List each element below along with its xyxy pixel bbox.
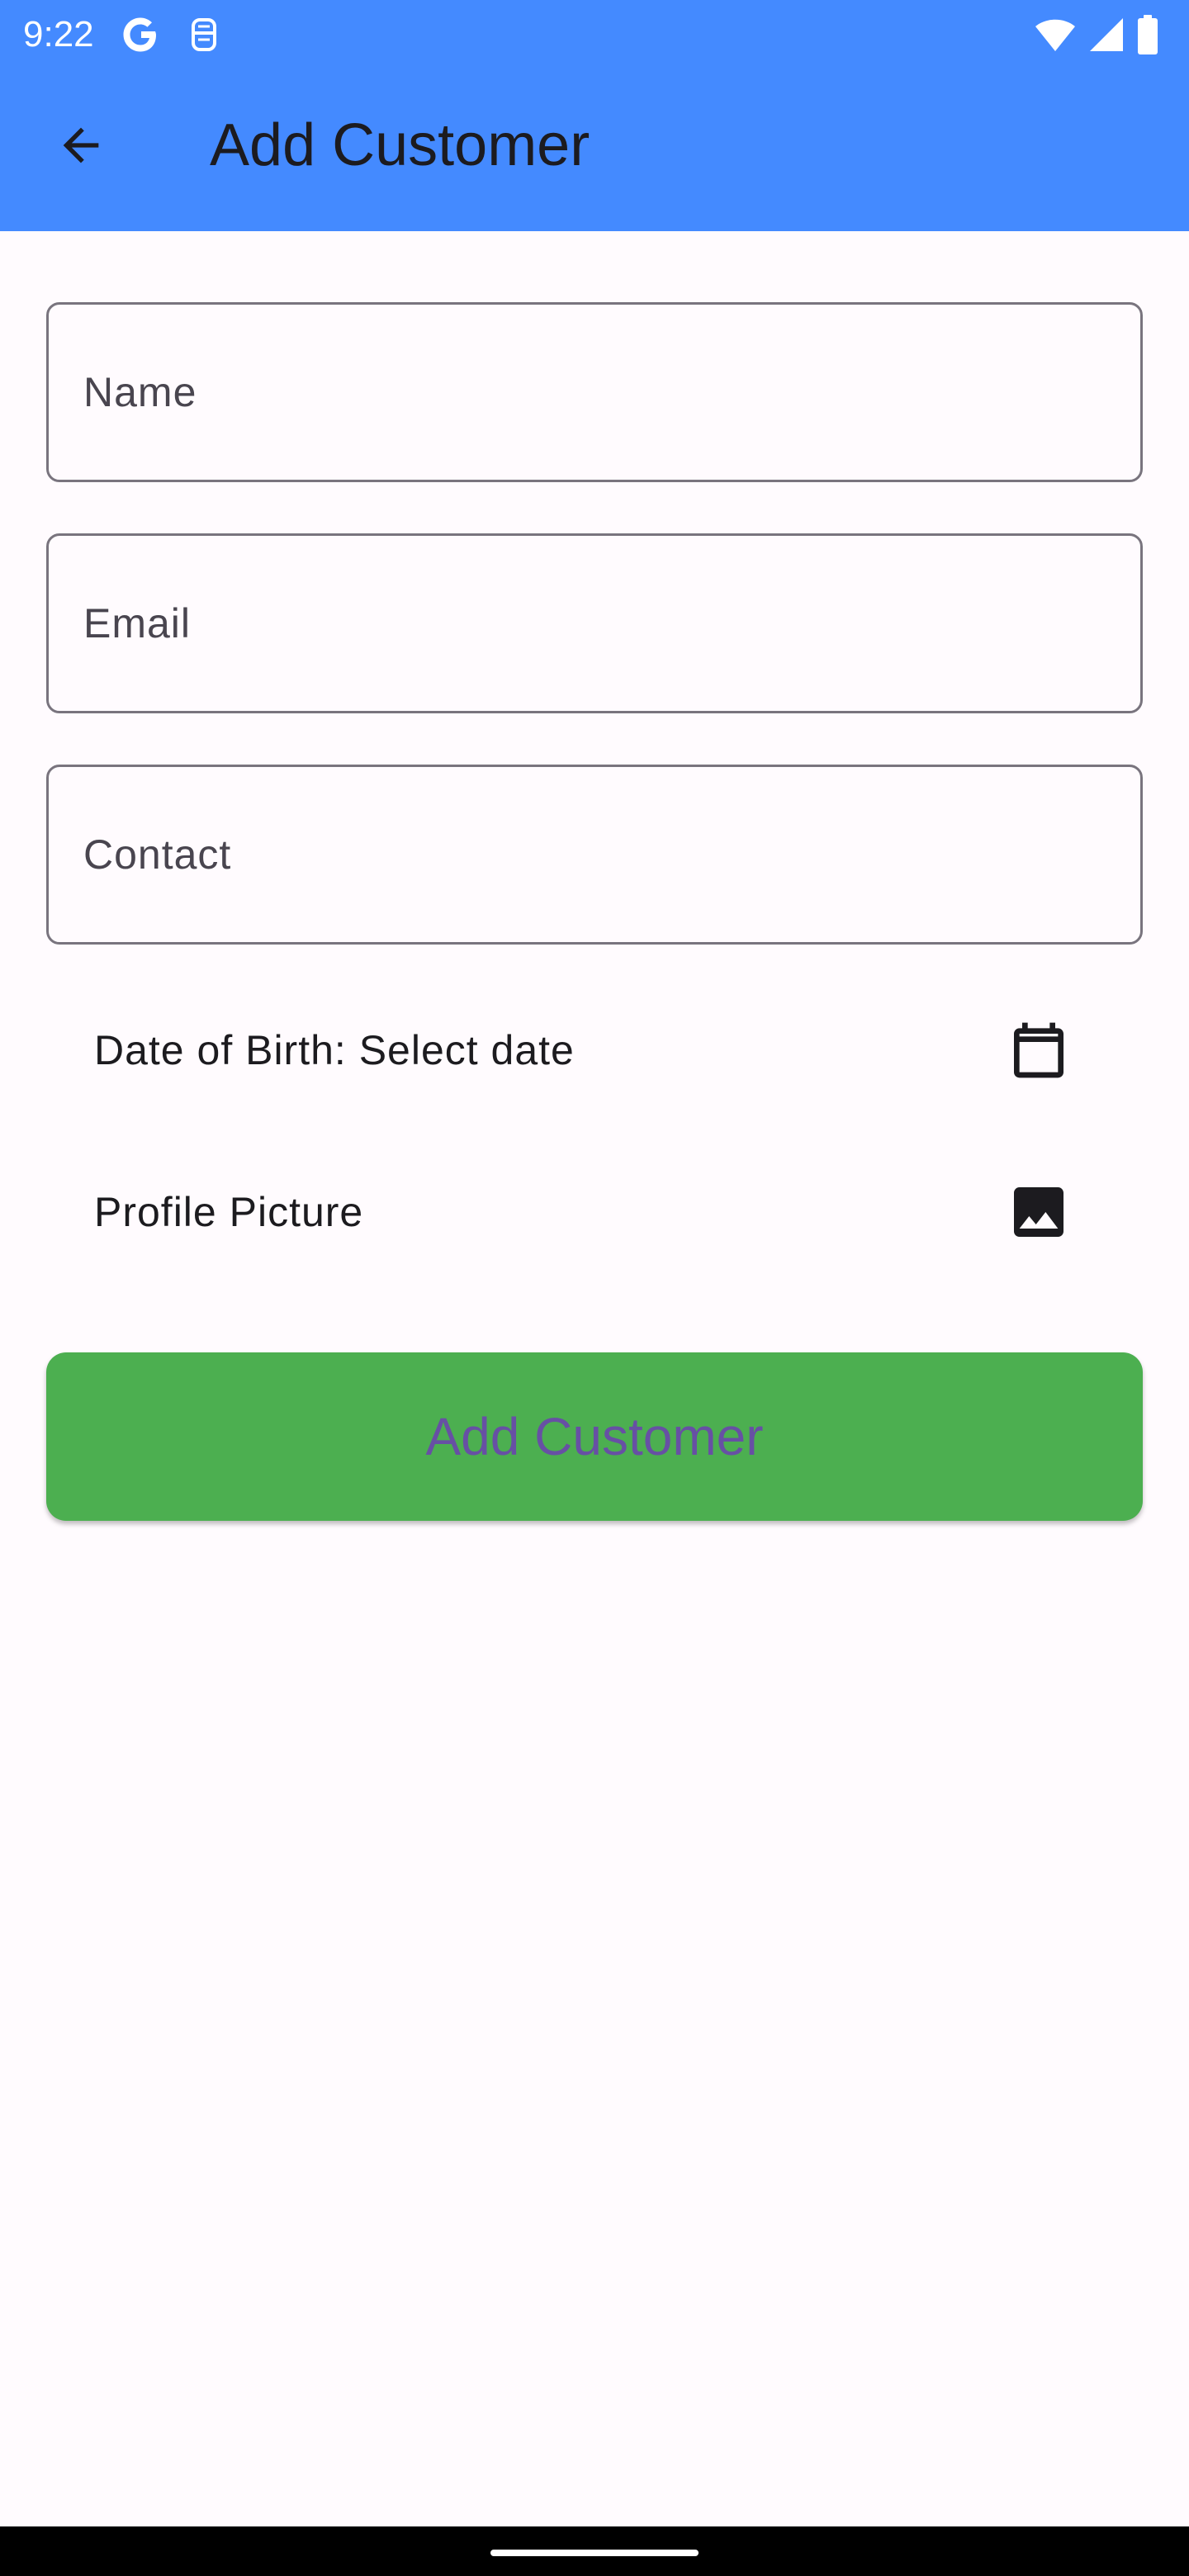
page-title: Add Customer [210, 112, 590, 178]
status-indicators [1034, 13, 1159, 56]
profile-picture-label: Profile Picture [94, 1189, 364, 1235]
notification-icon [192, 18, 216, 51]
add-customer-screen: 9:22 Add Customer Name Email Contact Dat… [0, 0, 1189, 2576]
top-bar: 9:22 Add Customer [0, 0, 1189, 231]
profile-picture-row[interactable]: Profile Picture [46, 1146, 1143, 1278]
email-field [46, 533, 1143, 713]
contact-input[interactable] [49, 767, 1140, 942]
contact-field [46, 765, 1143, 945]
app-bar: Add Customer [0, 69, 1189, 231]
status-time: 9:22 [23, 14, 94, 54]
wifi-icon [1035, 19, 1075, 51]
email-input[interactable] [49, 536, 1140, 711]
google-g-icon [123, 17, 156, 52]
home-gesture-handle[interactable] [490, 2550, 699, 2556]
status-bar: 9:22 [0, 0, 1189, 69]
arrow-back-icon [63, 127, 99, 163]
cellular-signal-icon [1090, 18, 1123, 51]
date-of-birth-label: Date of Birth: Select date [94, 1027, 575, 1073]
add-customer-button[interactable]: Add Customer [46, 1352, 1143, 1521]
name-input[interactable] [49, 305, 1140, 480]
date-of-birth-row[interactable]: Date of Birth: Select date [46, 984, 1143, 1116]
image-icon[interactable] [1006, 1179, 1072, 1245]
navigation-bar [0, 2526, 1189, 2576]
battery-icon [1138, 15, 1158, 54]
back-button[interactable] [36, 101, 126, 190]
name-field [46, 302, 1143, 482]
calendar-icon[interactable] [1006, 1017, 1072, 1083]
add-customer-button-label: Add Customer [425, 1407, 764, 1466]
